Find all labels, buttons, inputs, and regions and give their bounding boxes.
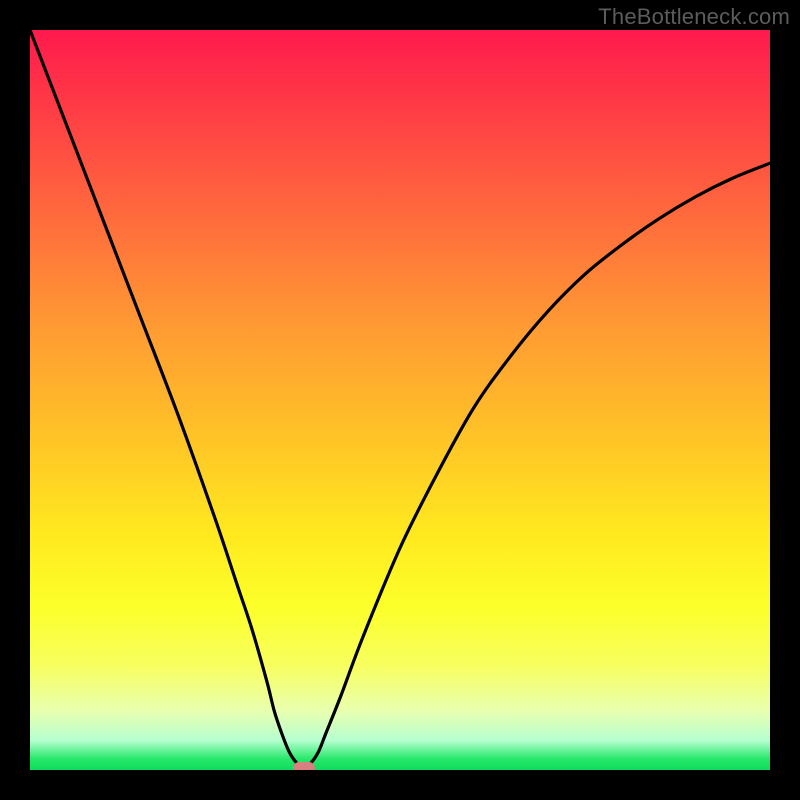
watermark-text: TheBottleneck.com (598, 4, 790, 30)
bottleneck-curve (30, 30, 770, 770)
plot-area (30, 30, 770, 770)
frame-border (0, 0, 30, 800)
frame-border (770, 0, 800, 800)
frame-border (0, 770, 800, 800)
